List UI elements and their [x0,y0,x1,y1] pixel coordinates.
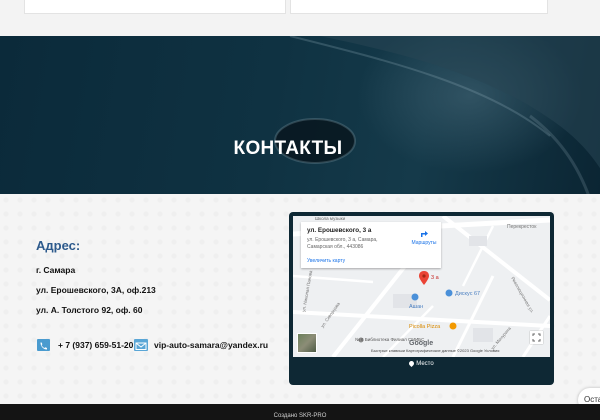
street-label-perekrestok: Перекресток [507,224,537,230]
phone-icon [37,339,50,351]
contacts-section: Адрес: г. Самара ул. Ерошевского, 3А, оф… [0,194,600,404]
google-logo: Google [409,340,434,347]
address-line-2: ул. А. Толстого 92, оф. 60 [36,305,143,315]
phone-link[interactable]: + 7 (937) 659-51-20 [58,340,133,350]
map-card: Перекресток ул. Скворцова ул. Николая Па… [289,212,554,385]
envelope-icon [134,339,148,351]
poi-pizza-icon[interactable] [449,322,457,330]
address-line-1: ул. Ерошевского, 3А, оф.213 [36,285,156,295]
pin-label: 3 а [431,275,440,281]
hero-car-image [274,36,600,194]
poi-picolla[interactable]: Picolla Pizza [409,324,441,330]
poi-diskus-icon[interactable] [445,289,453,297]
top-card-right [290,0,548,14]
satellite-toggle[interactable] [297,333,317,353]
top-card-left [24,0,286,14]
footer-credit[interactable]: Создано SKR-PRO [274,413,327,419]
map-attribution: Быстрые клавиши Картографические данные … [371,348,500,353]
map-info-card: ул. Ерошевского, 3 а ул. Ерошевского, 3 … [301,222,441,268]
top-strip [0,0,600,36]
email-link[interactable]: vip-auto-samara@yandex.ru [154,340,268,350]
contact-row: + 7 (937) 659-51-20 vip-auto-samara@yand… [36,339,286,353]
site-footer: Создано SKR-PRO [0,404,600,420]
map-footer: Место [289,359,554,368]
poi-ashan-icon[interactable] [411,293,419,301]
map-footer-label: Место [416,361,434,368]
fullscreen-button[interactable] [530,331,543,344]
directions-label: Маршруты [411,240,437,246]
hero-banner: КОНТАКТЫ [0,36,600,194]
address-heading: Адрес: [36,238,81,253]
poi-diskus[interactable]: Дискус 67 [455,291,480,297]
place-pin-icon [408,359,416,368]
enlarge-map-link[interactable]: Увеличить карту [307,258,345,264]
directions-button[interactable]: Маршруты [407,228,441,246]
poi-music: Школа музыки [315,216,346,221]
directions-icon [421,231,428,237]
address-city: г. Самара [36,265,76,275]
poi-ashan[interactable]: Ашан [409,304,423,310]
fullscreen-icon [532,333,541,342]
map-card-address: ул. Ерошевского, 3 а, Самара, Самарская … [307,237,378,250]
google-map[interactable]: Перекресток ул. Скворцова ул. Николая Па… [293,216,550,357]
page-title: КОНТАКТЫ [233,138,343,159]
